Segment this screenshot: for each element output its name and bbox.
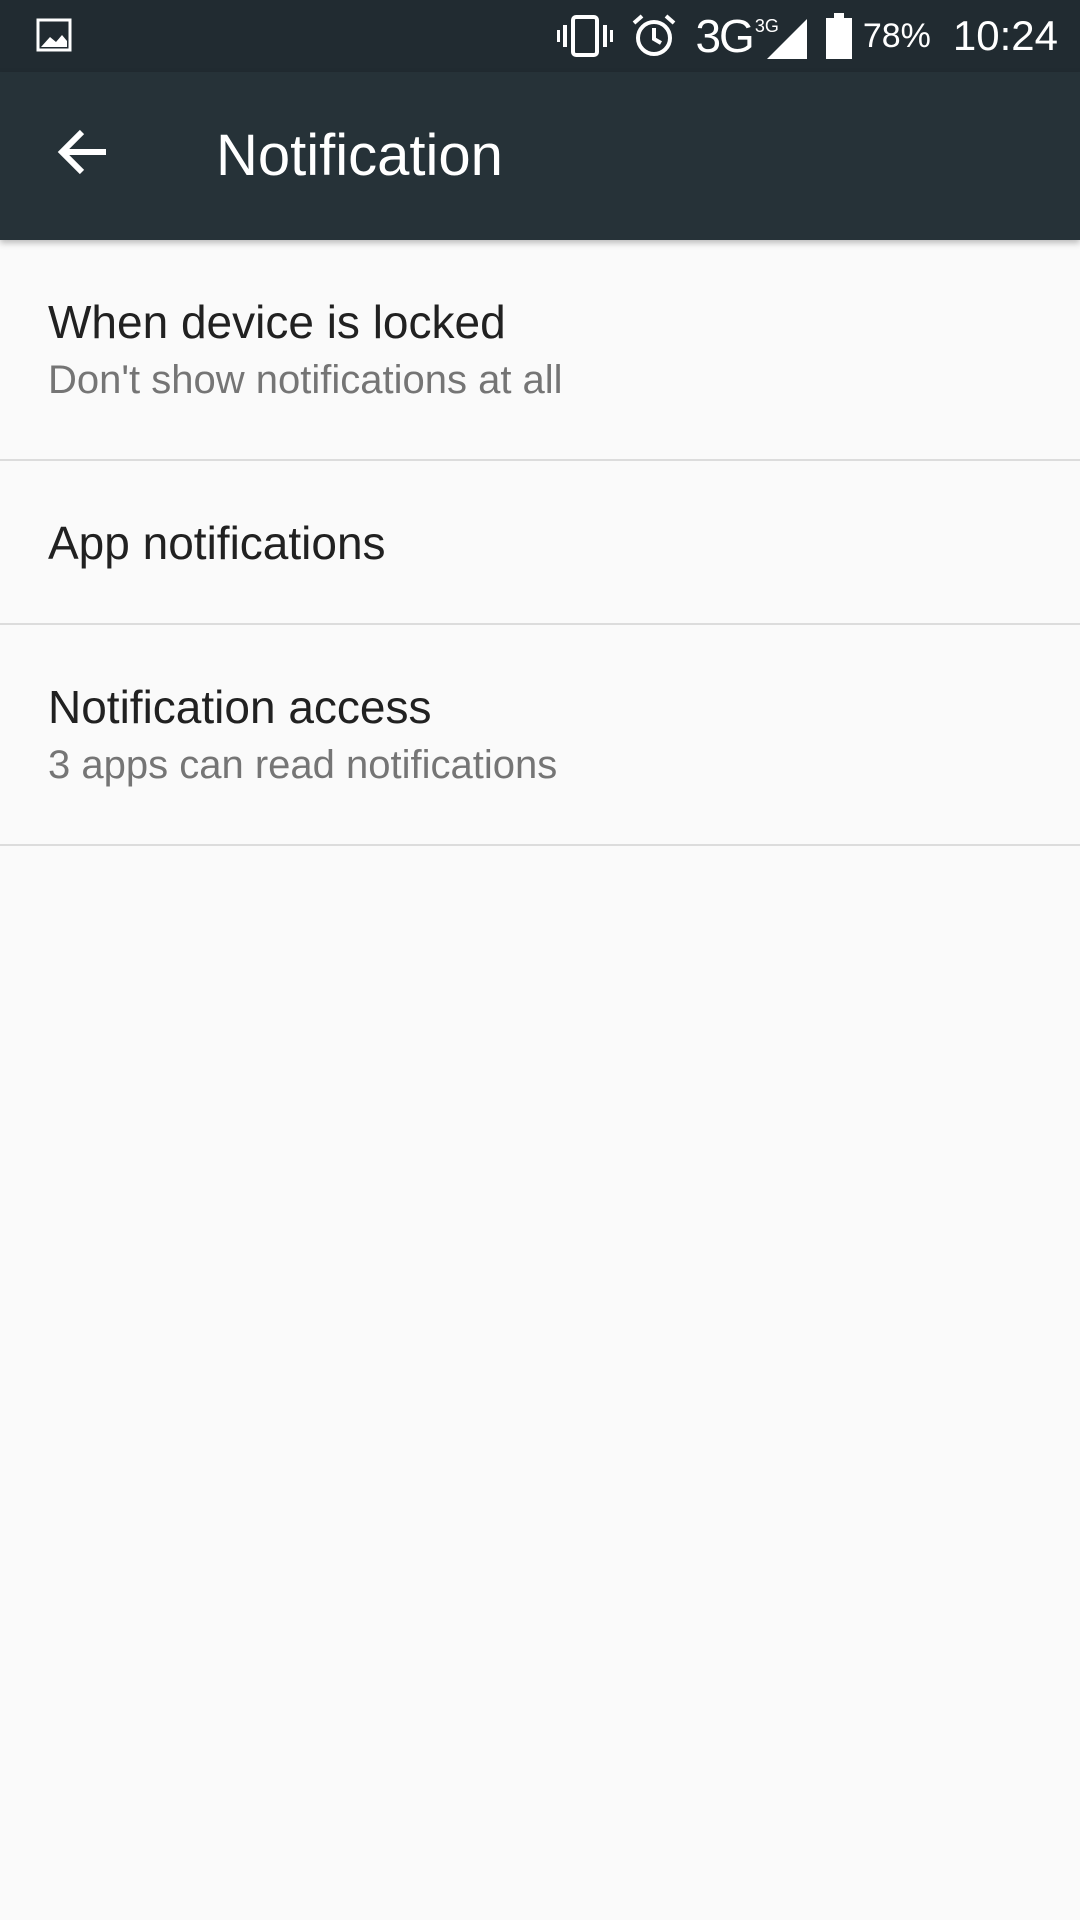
setting-summary: Don't show notifications at all: [48, 358, 563, 402]
setting-notification-access[interactable]: Notification access 3 apps can read noti…: [0, 625, 1080, 846]
setting-summary: 3 apps can read notifications: [48, 743, 558, 787]
network-indicator: 3G 3G: [695, 10, 807, 62]
status-icons: 3G 3G 78% 10:24: [539, 0, 1058, 72]
alarm-icon: [633, 14, 676, 56]
setting-title: When device is locked: [48, 296, 506, 348]
page-title: Notification: [216, 123, 503, 188]
clock: 10:24: [952, 12, 1058, 59]
setting-title: Notification access: [48, 681, 432, 733]
gallery-icon: [36, 18, 72, 52]
battery-icon: [825, 13, 852, 59]
status-bar: 3G 3G 78% 10:24: [0, 0, 1080, 72]
setting-app-notifications[interactable]: App notifications: [0, 461, 1080, 625]
setting-title: App notifications: [48, 517, 386, 569]
toolbar: Notification: [0, 72, 1080, 240]
back-button[interactable]: [46, 114, 122, 190]
signal-icon: [766, 19, 807, 59]
vibrate-icon: [557, 15, 614, 57]
settings-list: When device is locked Don't show notific…: [0, 240, 1080, 846]
network-type: 3G: [695, 10, 754, 62]
battery-percent: 78%: [862, 16, 931, 55]
arrow-back-icon: [57, 129, 106, 175]
setting-when-device-locked[interactable]: When device is locked Don't show notific…: [0, 240, 1080, 461]
